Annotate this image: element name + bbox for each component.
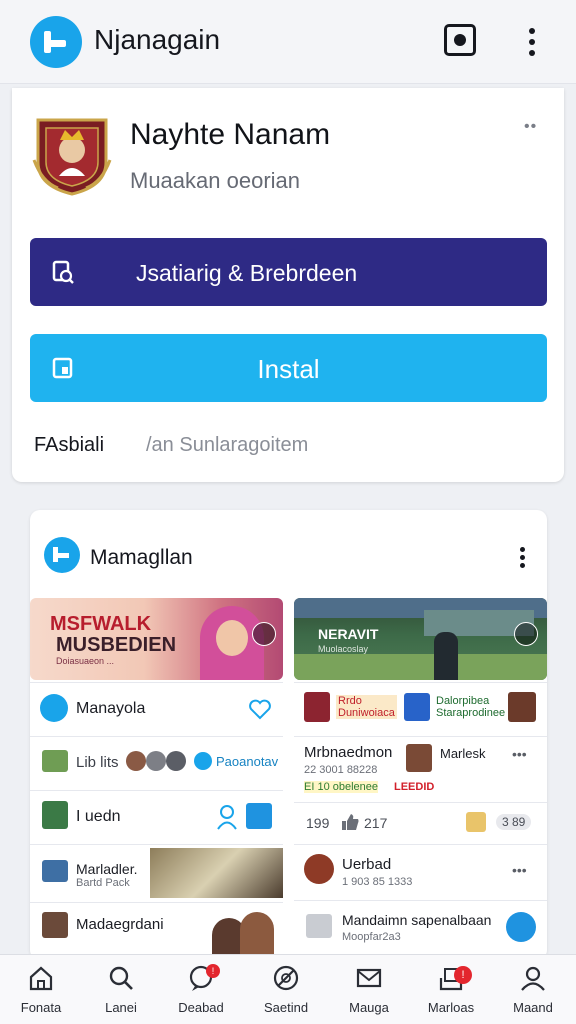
thumb-title-line2: MUSBEDIEN [56, 634, 177, 656]
banner-left-text: Rrdo Duniwoiaca [336, 695, 397, 719]
avatar [146, 751, 166, 771]
home-icon [29, 966, 53, 991]
more-vert-icon[interactable] [520, 26, 544, 58]
chip-icon [194, 752, 212, 770]
money-image [150, 848, 283, 898]
nav-label: Saetind [263, 1000, 309, 1015]
avatar [126, 751, 146, 771]
chip-label[interactable]: Paoanotav [216, 754, 278, 769]
nav-item-profile[interactable]: Maand [492, 954, 574, 1024]
box-icon [306, 914, 332, 938]
card-more-icon[interactable]: •• [524, 118, 537, 136]
nav-item-search[interactable]: Lanei [80, 954, 162, 1024]
nav-badge: ! [454, 966, 472, 984]
list-item-label: Marladler. [76, 861, 138, 877]
app-subcategory[interactable]: /an Sunlaragoitem [146, 434, 308, 457]
bookmark-icon [52, 260, 74, 284]
list-item-label: Lib lits [76, 754, 119, 771]
right-thumb-title: NERAVIT [318, 626, 379, 642]
right-thumb-subtitle: Muolacoslay [318, 644, 369, 654]
primary-action-label: Jsatiarig & Brebrdeen [136, 260, 358, 286]
nav-item-chat[interactable]: ! Deabad [160, 954, 242, 1024]
thumb-face-image [216, 620, 248, 656]
install-button[interactable]: Instal [30, 334, 547, 402]
banner-right-label: Dalorpibea Staraprodinee [436, 695, 506, 719]
post-meta: 22 3001 88228 [304, 764, 378, 776]
thumbnail-icon [42, 750, 68, 772]
like-count: 199 [306, 815, 330, 831]
post-more-icon[interactable]: ••• [512, 746, 527, 762]
avatar [406, 744, 432, 772]
camera-icon[interactable] [444, 24, 476, 56]
top-app-bar [0, 0, 576, 84]
thumb-person-image [434, 632, 458, 680]
last-title: Mandaimn sapenalbaan [342, 912, 492, 928]
list-item-label: Manayola [76, 700, 146, 717]
post-author: Marlesk [440, 746, 486, 761]
nav-label: Lanei [105, 1000, 137, 1015]
nav-item-settings[interactable]: Saetind [245, 954, 327, 1024]
install-label: Instal [257, 354, 320, 384]
nav-label: Deabad [178, 1000, 224, 1015]
user-name: Uerbad [342, 856, 392, 873]
list-item-label: I uedn [76, 808, 121, 825]
play-icon[interactable] [252, 622, 276, 646]
checkbox-icon[interactable] [246, 803, 272, 829]
nav-label: Mauga [349, 1000, 389, 1015]
user-more-icon[interactable]: ••• [512, 862, 527, 878]
last-meta: Moopfar2a3 [342, 931, 401, 943]
no-settings-icon [273, 965, 299, 991]
nav-item-inbox[interactable]: ! Marloas [410, 954, 492, 1024]
nav-item-mail[interactable]: Mauga [328, 954, 410, 1024]
nav-item-home[interactable]: Fonata [0, 954, 82, 1024]
action-fab-icon[interactable] [506, 912, 536, 942]
avatar [508, 692, 536, 722]
emblem-icon [304, 692, 330, 722]
search-icon [109, 966, 133, 990]
app-category[interactable]: FAsbiali [34, 434, 104, 457]
heart-icon[interactable] [248, 698, 272, 720]
post-title: Mrbnaedmon [304, 744, 393, 761]
nav-label: Fonata [20, 1000, 62, 1015]
app-logo-icon[interactable] [30, 16, 82, 68]
thumbnail-icon [42, 860, 68, 882]
app-title: Njanagain [94, 24, 221, 55]
post-tag-red: LEEDID [394, 781, 435, 793]
nav-badge: ! [206, 964, 220, 978]
share-icon[interactable] [466, 812, 486, 832]
post-tag: EI 10 obelenee [304, 781, 379, 793]
primary-action-button[interactable]: Jsatiarig & Brebrdeen [30, 238, 547, 306]
list-item-label: Madaegrdani [76, 916, 164, 933]
app-emblem-icon [32, 118, 112, 196]
thumb-title-line1: MSFWALK [50, 613, 152, 635]
comment-count: 217 [364, 815, 388, 831]
avatar [42, 801, 68, 829]
left-video-thumbnail[interactable]: MSFWALK MUSBEDIEN Doiasuaeon ... [30, 598, 283, 680]
people-image [240, 912, 274, 954]
thumbs-up-icon[interactable] [340, 813, 360, 831]
feed-more-icon[interactable] [516, 545, 530, 569]
feed-logo-icon [44, 537, 80, 573]
mail-icon [356, 968, 382, 988]
facebook-icon [404, 693, 430, 721]
avatar [166, 751, 186, 771]
compass-icon [40, 694, 68, 722]
app-developer[interactable]: Muaakan oeorian [130, 168, 300, 194]
thumb-title-line3: Doiasuaeon ... [56, 656, 115, 666]
user-meta: 1 903 85 1333 [342, 876, 413, 888]
play-icon[interactable] [514, 622, 538, 646]
person-icon[interactable] [216, 804, 238, 830]
avatar [304, 854, 334, 884]
list-item-sub: Bartd Pack [76, 877, 130, 889]
avatar [42, 912, 68, 938]
banner-right-text: Dalorpibea Staraprodinee [436, 695, 505, 719]
nav-label: Marloas [427, 1000, 475, 1015]
profile-icon [521, 966, 545, 991]
banner-left-label: Rrdo Duniwoiaca [338, 695, 395, 719]
right-video-thumbnail[interactable]: NERAVIT Muolacoslay [294, 598, 547, 680]
app-name: Nayhte Nanam [130, 118, 331, 151]
feed-title: Mamagllan [90, 546, 193, 569]
nav-label: Maand [513, 1000, 553, 1015]
view-count: 3 89 [496, 814, 532, 830]
